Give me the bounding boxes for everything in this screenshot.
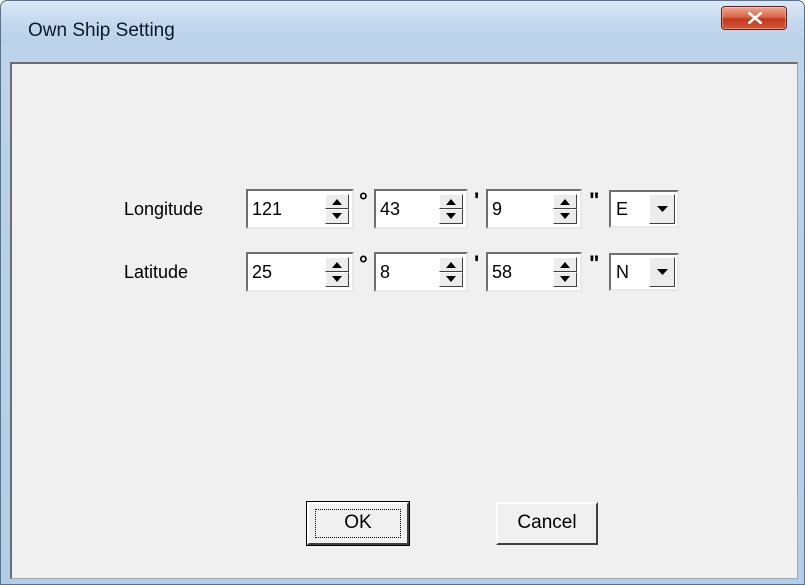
spin-up-button[interactable] bbox=[325, 194, 349, 209]
dropdown-button[interactable] bbox=[649, 257, 675, 287]
arrow-down-icon bbox=[560, 213, 570, 219]
longitude-label: Longitude bbox=[124, 199, 204, 219]
spin-down-button[interactable] bbox=[439, 209, 463, 224]
latitude-minute-symbol: ' bbox=[474, 251, 480, 276]
longitude-seconds-value[interactable]: 9 bbox=[492, 198, 502, 220]
spin-down-button[interactable] bbox=[553, 209, 577, 224]
spin-buttons bbox=[439, 257, 463, 287]
longitude-minute-symbol: ' bbox=[474, 188, 480, 213]
spin-up-button[interactable] bbox=[553, 257, 577, 272]
latitude-label: Latitude bbox=[124, 262, 189, 282]
spin-up-button[interactable] bbox=[553, 194, 577, 209]
longitude-degrees-spinner[interactable]: 121 bbox=[246, 189, 354, 229]
dropdown-button[interactable] bbox=[649, 194, 675, 224]
spin-up-button[interactable] bbox=[439, 194, 463, 209]
arrow-down-icon bbox=[332, 276, 342, 282]
latitude-hemisphere-select[interactable]: N bbox=[609, 253, 679, 291]
arrow-up-icon bbox=[332, 262, 342, 268]
chevron-down-icon bbox=[657, 269, 668, 275]
spin-buttons bbox=[553, 194, 577, 224]
spin-buttons bbox=[439, 194, 463, 224]
longitude-degree-symbol: ° bbox=[359, 188, 368, 213]
latitude-seconds-value[interactable]: 58 bbox=[492, 261, 512, 283]
spin-up-button[interactable] bbox=[439, 257, 463, 272]
latitude-hemisphere-value: N bbox=[616, 262, 629, 282]
spin-buttons bbox=[553, 257, 577, 287]
arrow-up-icon bbox=[446, 199, 456, 205]
cancel-button[interactable]: Cancel bbox=[496, 502, 598, 545]
arrow-up-icon bbox=[446, 262, 456, 268]
arrow-down-icon bbox=[560, 276, 570, 282]
longitude-hemisphere-value: E bbox=[616, 199, 629, 219]
arrow-up-icon bbox=[560, 199, 570, 205]
latitude-minutes-value[interactable]: 8 bbox=[380, 261, 390, 283]
arrow-up-icon bbox=[332, 199, 342, 205]
latitude-minutes-spinner[interactable]: 8 bbox=[374, 252, 468, 292]
chevron-down-icon bbox=[657, 206, 668, 212]
cancel-button-label: Cancel bbox=[517, 512, 577, 533]
longitude-second-symbol: " bbox=[589, 188, 600, 213]
dialog-window: Own Ship Setting Longitude 121 ° 43 ' 9 … bbox=[0, 0, 805, 585]
close-button[interactable] bbox=[721, 6, 787, 30]
spin-buttons bbox=[325, 194, 349, 224]
latitude-second-symbol: " bbox=[589, 251, 600, 276]
title-bar[interactable]: Own Ship Setting bbox=[1, 1, 804, 45]
window-title: Own Ship Setting bbox=[28, 20, 175, 41]
arrow-up-icon bbox=[560, 262, 570, 268]
longitude-seconds-spinner[interactable]: 9 bbox=[486, 189, 582, 229]
latitude-seconds-spinner[interactable]: 58 bbox=[486, 252, 582, 292]
latitude-degrees-value[interactable]: 25 bbox=[252, 261, 272, 283]
longitude-degrees-value[interactable]: 121 bbox=[252, 198, 282, 220]
longitude-minutes-value[interactable]: 43 bbox=[380, 198, 400, 220]
spin-down-button[interactable] bbox=[325, 209, 349, 224]
arrow-down-icon bbox=[332, 213, 342, 219]
dialog-client-area: Longitude 121 ° 43 ' 9 " E Latitude 25 °… bbox=[10, 62, 798, 579]
ok-button[interactable]: OK bbox=[306, 501, 410, 546]
arrow-down-icon bbox=[446, 276, 456, 282]
focus-indicator bbox=[315, 509, 401, 538]
latitude-degree-symbol: ° bbox=[359, 251, 368, 276]
arrow-down-icon bbox=[446, 213, 456, 219]
longitude-minutes-spinner[interactable]: 43 bbox=[374, 189, 468, 229]
longitude-hemisphere-select[interactable]: E bbox=[609, 190, 679, 228]
spin-buttons bbox=[325, 257, 349, 287]
spin-down-button[interactable] bbox=[553, 272, 577, 287]
latitude-degrees-spinner[interactable]: 25 bbox=[246, 252, 354, 292]
spin-up-button[interactable] bbox=[325, 257, 349, 272]
close-x-icon bbox=[748, 12, 762, 24]
spin-down-button[interactable] bbox=[439, 272, 463, 287]
spin-down-button[interactable] bbox=[325, 272, 349, 287]
